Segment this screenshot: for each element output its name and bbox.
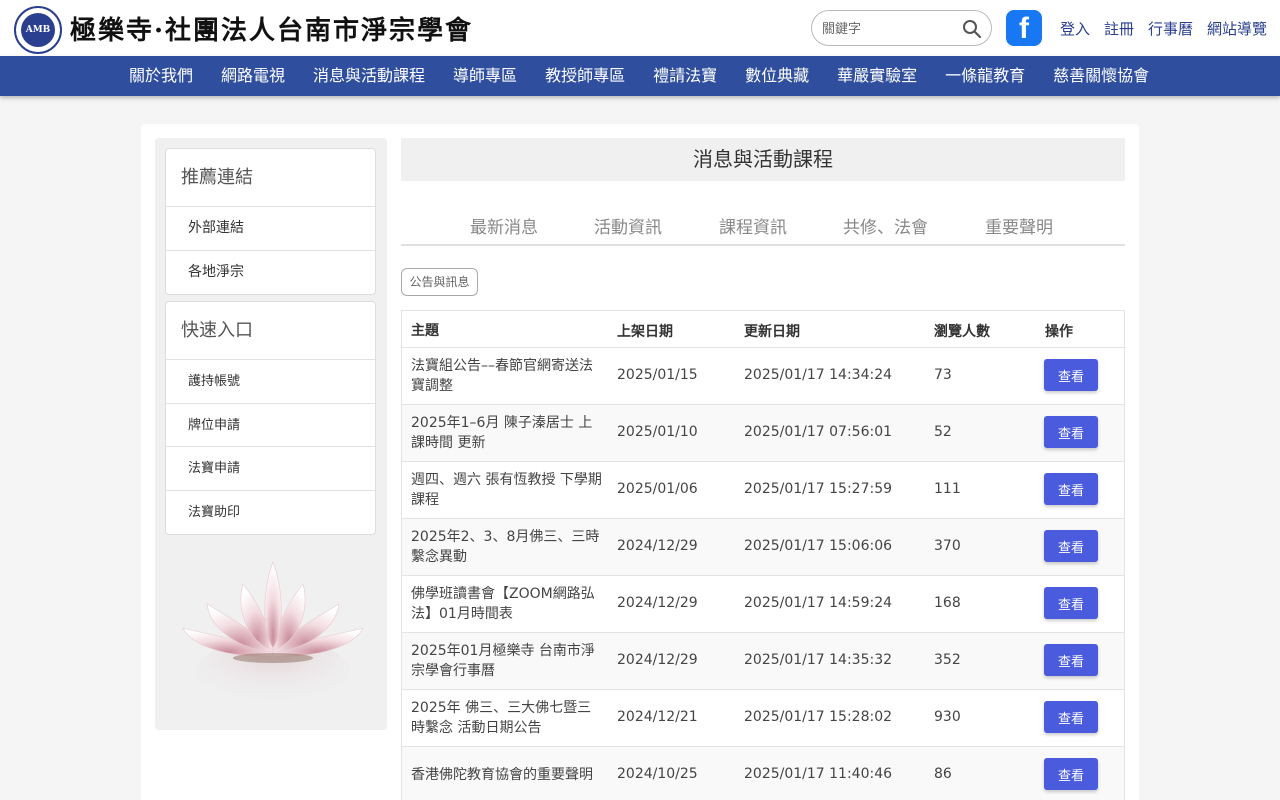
table-row: 佛學班讀書會【ZOOM網路弘法】01月時間表 2024/12/29 2025/0… <box>402 576 1124 633</box>
view-button[interactable]: 查看 <box>1044 644 1098 676</box>
quick-access-panel: 快速入口 護持帳號 牌位申請 法寶申請 法寶助印 <box>165 301 376 535</box>
nav-item-news[interactable]: 消息與活動課程 <box>299 56 439 96</box>
view-button[interactable]: 查看 <box>1044 359 1098 391</box>
row-posted-date: 2024/12/21 <box>617 709 698 725</box>
row-posted-date: 2025/01/06 <box>617 481 698 497</box>
table-row: 2025年 佛三、三大佛七暨三時繫念 活動日期公告 2024/12/21 202… <box>402 690 1124 747</box>
row-title[interactable]: 佛學班讀書會【ZOOM網路弘法】01月時間表 <box>411 584 603 624</box>
table-header: 主題 上架日期 更新日期 瀏覽人數 操作 <box>402 311 1124 348</box>
column-header-updated: 更新日期 <box>744 324 800 340</box>
row-posted-date: 2024/12/29 <box>617 538 698 554</box>
row-view-count: 52 <box>934 424 952 440</box>
announcement-tag[interactable]: 公告與訊息 <box>401 268 478 296</box>
row-view-count: 73 <box>934 367 952 383</box>
view-button[interactable]: 查看 <box>1044 758 1098 790</box>
row-view-count: 111 <box>934 481 961 497</box>
row-title[interactable]: 法寶組公告––春節官網寄送法寶調整 <box>411 356 603 396</box>
nav-item-dharma[interactable]: 禮請法寶 <box>639 56 731 96</box>
sidebar-item-dharma-printing[interactable]: 法寶助印 <box>166 491 375 535</box>
row-updated-date: 2025/01/17 15:27:59 <box>744 481 893 497</box>
row-title[interactable]: 香港佛陀教育協會的重要聲明 <box>411 765 603 785</box>
row-title[interactable]: 2025年 佛三、三大佛七暨三時繫念 活動日期公告 <box>411 698 603 738</box>
row-updated-date: 2025/01/17 15:28:02 <box>744 709 893 725</box>
search-icon[interactable] <box>962 19 982 39</box>
table-row: 2025年2、3、8月佛三、三時繫念異動 2024/12/29 2025/01/… <box>402 519 1124 576</box>
nav-item-archive[interactable]: 數位典藏 <box>731 56 823 96</box>
sidebar-item-donation-account[interactable]: 護持帳號 <box>166 360 375 404</box>
quick-access-title: 快速入口 <box>166 302 375 360</box>
nav-item-teacher[interactable]: 教授師專區 <box>531 56 639 96</box>
table-row: 2025年1–6月 陳子溱居士 上課時間 更新 2025/01/10 2025/… <box>402 405 1124 462</box>
page-title: 消息與活動課程 <box>401 138 1125 181</box>
row-title[interactable]: 2025年01月極樂寺 台南市淨宗學會行事曆 <box>411 641 603 681</box>
row-posted-date: 2025/01/15 <box>617 367 698 383</box>
column-header-posted: 上架日期 <box>617 324 673 340</box>
lotus-image <box>182 561 364 716</box>
sidebar: 推薦連結 外部連結 各地淨宗 快速入口 護持帳號 牌位申請 法寶申請 法寶助印 <box>155 138 387 730</box>
tab-group-practice[interactable]: 共修、法會 <box>843 213 928 238</box>
nav-item-lab[interactable]: 華嚴實驗室 <box>823 56 931 96</box>
sitemap-link[interactable]: 網站導覽 <box>1207 18 1267 40</box>
login-link[interactable]: 登入 <box>1060 18 1090 40</box>
view-button[interactable]: 查看 <box>1044 530 1098 562</box>
row-view-count: 352 <box>934 652 961 668</box>
search-input[interactable] <box>822 19 962 39</box>
row-title[interactable]: 2025年2、3、8月佛三、三時繫念異動 <box>411 527 603 567</box>
row-posted-date: 2024/12/29 <box>617 595 698 611</box>
row-title[interactable]: 週四、週六 張有恆教授 下學期課程 <box>411 470 603 510</box>
logo-seal-icon[interactable]: AMB <box>14 6 62 54</box>
category-tabs: 最新消息 活動資訊 課程資訊 共修、法會 重要聲明 <box>401 203 1125 246</box>
site-logo-text[interactable]: 極樂寺·社團法人台南市淨宗學會 <box>70 10 473 47</box>
logo-seal-label: AMB <box>21 13 55 47</box>
sidebar-item-memorial-tablet[interactable]: 牌位申請 <box>166 404 375 447</box>
view-button[interactable]: 查看 <box>1044 701 1098 733</box>
tab-latest-news[interactable]: 最新消息 <box>470 213 538 238</box>
sidebar-item-dharma-request[interactable]: 法寶申請 <box>166 447 375 491</box>
row-updated-date: 2025/01/17 14:59:24 <box>744 595 893 611</box>
row-updated-date: 2025/01/17 14:35:32 <box>744 652 893 668</box>
facebook-icon[interactable]: f <box>1006 10 1042 46</box>
table-row: 香港佛陀教育協會的重要聲明 2024/10/25 2025/01/17 11:4… <box>402 747 1124 800</box>
row-view-count: 168 <box>934 595 961 611</box>
nav-item-tv[interactable]: 網路電視 <box>207 56 299 96</box>
row-updated-date: 2025/01/17 14:34:24 <box>744 367 893 383</box>
nav-item-about[interactable]: 關於我們 <box>115 56 207 96</box>
row-updated-date: 2025/01/17 07:56:01 <box>744 424 893 440</box>
register-link[interactable]: 註冊 <box>1104 18 1134 40</box>
tab-activities[interactable]: 活動資訊 <box>594 213 662 238</box>
column-header-views: 瀏覽人數 <box>934 324 990 340</box>
search-box <box>811 10 992 46</box>
sidebar-item-external-links[interactable]: 外部連結 <box>166 207 375 251</box>
view-button[interactable]: 查看 <box>1044 587 1098 619</box>
news-table: 主題 上架日期 更新日期 瀏覽人數 操作 法寶組公告––春節官網寄送法寶調整 2… <box>401 310 1125 800</box>
row-updated-date: 2025/01/17 11:40:46 <box>744 766 893 782</box>
row-updated-date: 2025/01/17 15:06:06 <box>744 538 893 554</box>
nav-item-mentor[interactable]: 導師專區 <box>439 56 531 96</box>
table-row: 法寶組公告––春節官網寄送法寶調整 2025/01/15 2025/01/17 … <box>402 348 1124 405</box>
nav-item-charity[interactable]: 慈善關懷協會 <box>1039 56 1163 96</box>
row-view-count: 930 <box>934 709 961 725</box>
row-posted-date: 2024/10/25 <box>617 766 698 782</box>
row-view-count: 370 <box>934 538 961 554</box>
view-button[interactable]: 查看 <box>1044 416 1098 448</box>
view-button[interactable]: 查看 <box>1044 473 1098 505</box>
row-posted-date: 2025/01/10 <box>617 424 698 440</box>
tab-important-notices[interactable]: 重要聲明 <box>985 213 1053 238</box>
calendar-link[interactable]: 行事曆 <box>1148 18 1193 40</box>
sidebar-item-pure-land-branches[interactable]: 各地淨宗 <box>166 251 375 295</box>
recommended-links-title: 推薦連結 <box>166 149 375 207</box>
column-header-title: 主題 <box>411 323 439 339</box>
nav-item-education[interactable]: 一條龍教育 <box>931 56 1039 96</box>
utility-links: 登入 註冊 行事曆 網站導覽 <box>1060 18 1267 40</box>
table-row: 週四、週六 張有恆教授 下學期課程 2025/01/06 2025/01/17 … <box>402 462 1124 519</box>
table-row: 2025年01月極樂寺 台南市淨宗學會行事曆 2024/12/29 2025/0… <box>402 633 1124 690</box>
tab-courses[interactable]: 課程資訊 <box>719 213 787 238</box>
row-title[interactable]: 2025年1–6月 陳子溱居士 上課時間 更新 <box>411 413 603 453</box>
row-posted-date: 2024/12/29 <box>617 652 698 668</box>
site-header: AMB 極樂寺·社團法人台南市淨宗學會 f 登入 註冊 行事曆 網站導覽 <box>0 0 1280 56</box>
row-view-count: 86 <box>934 766 952 782</box>
column-header-action: 操作 <box>1045 324 1073 340</box>
main-nav: 關於我們 網路電視 消息與活動課程 導師專區 教授師專區 禮請法寶 數位典藏 華… <box>0 56 1280 96</box>
recommended-links-panel: 推薦連結 外部連結 各地淨宗 <box>165 148 376 295</box>
